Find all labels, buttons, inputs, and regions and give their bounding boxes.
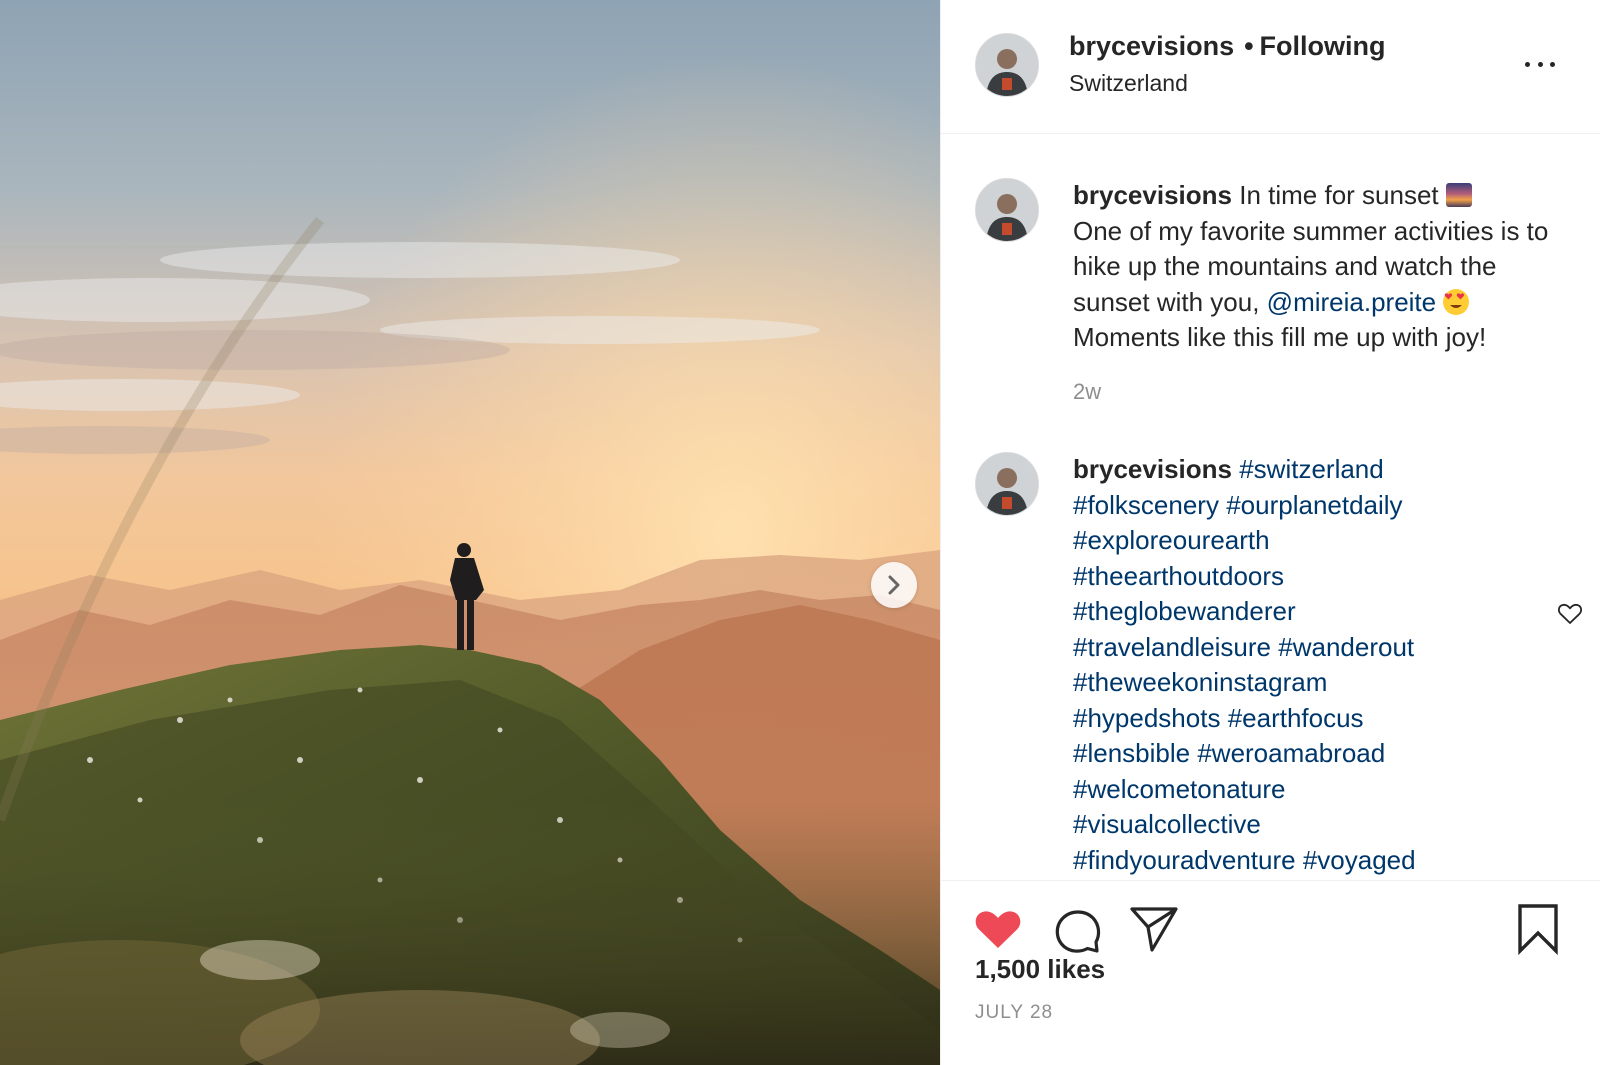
- hashtag-link[interactable]: #ourplanetdaily: [1226, 490, 1402, 520]
- hashtag-link[interactable]: #findyouradventure: [1073, 845, 1296, 875]
- share-button[interactable]: [1129, 905, 1179, 958]
- hashtag-link[interactable]: #wanderout: [1278, 632, 1414, 662]
- bookmark-icon: [1518, 904, 1558, 956]
- likes-count[interactable]: 1,500 likes: [975, 954, 1105, 985]
- post-date[interactable]: JULY 28: [975, 1002, 1053, 1024]
- hashtag-link[interactable]: #theweekoninstagram: [1073, 667, 1327, 697]
- heart-filled-icon: [975, 911, 1021, 948]
- comments-list[interactable]: brycevisions In time for sunset One of m…: [941, 134, 1600, 880]
- instagram-post: brycevisions • Following Switzerland bry…: [0, 0, 1600, 1065]
- post-header: brycevisions • Following Switzerland: [941, 0, 1600, 134]
- avatar-image: [976, 179, 1038, 241]
- comment-bubble-icon: [1055, 910, 1101, 953]
- avatar-image: [976, 453, 1038, 515]
- avatar-image: [976, 34, 1038, 96]
- hashtag-link[interactable]: #theearthoutdoors: [1073, 561, 1284, 591]
- hashtag-link[interactable]: #visualcollective: [1073, 809, 1261, 839]
- caption-author[interactable]: brycevisions: [1073, 180, 1232, 210]
- hashtag-comment-author[interactable]: brycevisions: [1073, 454, 1232, 484]
- heart-eyes-emoji-shape: [1445, 292, 1465, 308]
- post-side-panel: brycevisions • Following Switzerland bry…: [940, 0, 1600, 1065]
- hashtag-comment-body: brycevisions #switzerland #folkscenery #…: [1073, 452, 1573, 878]
- heart-eyes-emoji-icon: [1443, 288, 1470, 315]
- like-button[interactable]: [973, 905, 1023, 956]
- separator-dot: •: [1244, 31, 1254, 61]
- ellipsis-icon: [1537, 61, 1543, 67]
- sunset-emoji-icon: [1445, 183, 1472, 207]
- post-location[interactable]: Switzerland: [1069, 70, 1188, 97]
- author-avatar[interactable]: [975, 33, 1039, 97]
- caption-avatar[interactable]: [975, 178, 1039, 242]
- following-button[interactable]: Following: [1260, 31, 1386, 61]
- hashtag-link[interactable]: #theglobewanderer: [1073, 596, 1296, 626]
- comment-like-button[interactable]: [1557, 602, 1583, 631]
- sunset-mountain-photo: [0, 0, 940, 1065]
- ellipsis-icon: [1550, 61, 1555, 67]
- caption-body: brycevisions In time for sunset One of m…: [1073, 178, 1573, 409]
- hashtag-link[interactable]: #weroamabroad: [1197, 738, 1385, 768]
- hashtag-link[interactable]: #switzerland: [1239, 454, 1384, 484]
- comment-button[interactable]: [1052, 905, 1102, 960]
- heart-outline-icon: [1557, 603, 1583, 624]
- more-options-button[interactable]: [1525, 54, 1555, 74]
- post-actions: 1,500 likes JULY 28: [941, 880, 1600, 1065]
- hashtag-link[interactable]: #lensbible: [1073, 738, 1190, 768]
- hashtag-link[interactable]: #voyaged: [1303, 845, 1416, 875]
- paper-plane-icon: [1130, 907, 1178, 952]
- ellipsis-icon: [1525, 61, 1530, 67]
- caption-text-3: Moments like this fill me up with joy!: [1073, 322, 1487, 352]
- hashtag-link[interactable]: #folkscenery: [1073, 490, 1219, 520]
- post-photo[interactable]: [0, 0, 940, 1065]
- hashtag-comment-avatar[interactable]: [975, 452, 1039, 516]
- chevron-right-icon: [888, 575, 900, 595]
- caption-text-1: In time for sunset: [1239, 180, 1439, 210]
- author-username[interactable]: brycevisions: [1069, 31, 1234, 61]
- author-line: brycevisions • Following: [1069, 31, 1386, 62]
- next-photo-button[interactable]: [871, 562, 917, 608]
- hashtag-link[interactable]: #exploreourearth: [1073, 525, 1270, 555]
- mention-link[interactable]: @mireia.preite: [1267, 287, 1436, 317]
- caption-timestamp[interactable]: 2w: [1073, 374, 1573, 410]
- save-button[interactable]: [1517, 903, 1559, 960]
- hashtag-link[interactable]: #earthfocus: [1228, 703, 1364, 733]
- hashtag-link[interactable]: #hypedshots: [1073, 703, 1220, 733]
- hashtag-link[interactable]: #welcometonature: [1073, 774, 1285, 804]
- hashtag-link[interactable]: #travelandleisure: [1073, 632, 1271, 662]
